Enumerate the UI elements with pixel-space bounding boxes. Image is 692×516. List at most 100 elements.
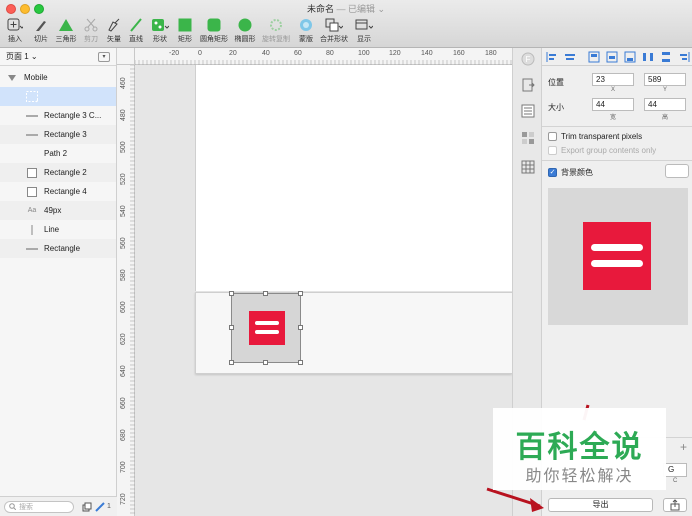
insert-tool[interactable]: 插入 (4, 16, 26, 46)
triangle-icon (59, 19, 73, 31)
align-right-icon[interactable] (678, 51, 690, 63)
page-selector[interactable]: 页面 1 ⌄ ▾ (0, 48, 116, 66)
line-tool[interactable]: 直线 (127, 16, 145, 46)
union-tool[interactable]: 合并形状 (319, 16, 349, 46)
grid-icon[interactable] (521, 131, 535, 145)
rotate-copy-tool[interactable]: 旋转复制 (261, 16, 291, 46)
rotate-copy-icon (270, 19, 282, 31)
add-page-button[interactable]: ▾ (98, 51, 110, 62)
x-caption: X (610, 87, 615, 93)
view-icon (355, 19, 373, 30)
layer-filter-icon[interactable] (82, 502, 92, 512)
canvas[interactable]: -20 0 20 40 60 80 100 120 140 160 180 46… (117, 48, 512, 516)
pen-icon (108, 18, 120, 32)
view-tool-label: 显示 (357, 36, 371, 43)
knife-icon (36, 21, 46, 31)
height-field[interactable]: 44 (644, 98, 686, 111)
layer-item[interactable]: Aa 49px (0, 201, 116, 220)
export-suffix-field[interactable]: G (663, 463, 687, 477)
vertical-ruler[interactable]: 460 480 500 520 540 560 580 600 620 640 … (117, 64, 135, 516)
selected-slice-frame[interactable] (231, 293, 301, 363)
width-field[interactable]: 44 (592, 98, 634, 111)
menu-icon (583, 222, 651, 290)
oval-tool-label: 椭圆形 (234, 36, 256, 43)
resize-handle[interactable] (229, 325, 234, 330)
artboard-content[interactable] (195, 65, 512, 291)
view-tool[interactable]: 显示 (354, 16, 374, 46)
path-layer-icon (26, 149, 38, 159)
disclosure-triangle-icon[interactable] (6, 73, 18, 83)
layer-item-slice[interactable] (0, 87, 116, 106)
distribute-vertical-icon[interactable] (660, 51, 672, 63)
resize-handle[interactable] (263, 291, 268, 296)
export-button[interactable]: 导出 (548, 498, 653, 512)
resize-handle[interactable] (229, 360, 234, 365)
layer-list-icon[interactable] (521, 104, 535, 118)
layer-item-label: Line (44, 225, 60, 234)
background-color-swatch[interactable] (665, 164, 689, 178)
rectangle-tool[interactable]: 矩形 (176, 16, 194, 46)
layers-panel: 页面 1 ⌄ ▾ Mobile Rectangle 3 C... Rectang… (0, 48, 117, 516)
brush-icon[interactable] (95, 501, 105, 512)
rounded-rectangle-tool[interactable]: 圆角矩形 (199, 16, 229, 46)
layer-search-input[interactable]: 搜索 (4, 500, 74, 513)
resize-handle[interactable] (229, 291, 234, 296)
layer-item[interactable]: Path 2 (0, 144, 116, 163)
background-color-label: 背景颜色 (561, 168, 593, 177)
layer-item[interactable]: Rectangle 3 (0, 125, 116, 144)
oval-tool[interactable]: 椭圆形 (233, 16, 257, 46)
export-group-option[interactable]: Export group contents only (548, 146, 656, 155)
resize-handle[interactable] (263, 360, 268, 365)
rectangle-tool-label: 矩形 (178, 36, 192, 43)
background-color-checkbox[interactable]: ✓ (548, 168, 557, 177)
vector-tool[interactable]: 矢量 (104, 16, 124, 46)
resize-handle[interactable] (298, 325, 303, 330)
page-label: 页面 1 ⌄ (6, 52, 38, 61)
ruler-label: 460 (120, 77, 127, 89)
position-label: 位置 (548, 78, 564, 87)
edit-symbol-icon[interactable]: F (521, 52, 535, 66)
ruler-label: 560 (120, 237, 127, 249)
rotate-copy-tool-label: 旋转复制 (262, 36, 290, 43)
align-middle-icon[interactable] (606, 51, 618, 63)
share-button[interactable] (663, 498, 687, 512)
export-group-checkbox[interactable] (548, 146, 557, 155)
svg-text:F: F (526, 55, 531, 64)
y-position-field[interactable]: 589 (644, 73, 686, 86)
trim-transparent-option[interactable]: Trim transparent pixels (548, 132, 642, 141)
horizontal-ruler[interactable]: -20 0 20 40 60 80 100 120 140 160 180 (134, 48, 512, 65)
layers-footer: 搜索 1 (0, 496, 117, 516)
oval-icon (238, 18, 252, 32)
mask-tool[interactable]: 蒙版 (296, 16, 316, 46)
resize-handle[interactable] (298, 291, 303, 296)
distribute-horizontal-icon[interactable] (642, 51, 654, 63)
titlebar: 未命名 — 已编辑 ⌄ 插入 切片 三角形 剪刀 矢量 直线 形状 矩形 圆角矩… (0, 0, 692, 48)
align-top-icon[interactable] (588, 51, 600, 63)
table-icon[interactable] (521, 160, 535, 174)
resize-handle[interactable] (298, 360, 303, 365)
ruler-label: 40 (262, 50, 270, 57)
slice-layer-icon (26, 90, 38, 102)
layer-item[interactable]: Rectangle 2 (0, 163, 116, 182)
layer-item[interactable]: Rectangle (0, 239, 116, 258)
ruler-label: 100 (358, 50, 370, 57)
layer-item[interactable]: Line (0, 220, 116, 239)
square-layer-icon (26, 186, 38, 197)
trim-transparent-checkbox[interactable] (548, 132, 557, 141)
align-left-icon[interactable] (546, 51, 558, 63)
layer-item[interactable]: Rectangle 3 C... (0, 106, 116, 125)
export-icon[interactable] (521, 78, 535, 92)
add-export-icon[interactable]: + (680, 440, 687, 454)
layer-item[interactable]: Rectangle 4 (0, 182, 116, 201)
scissors-tool[interactable]: 剪刀 (81, 16, 101, 46)
background-color-option[interactable]: ✓ 背景颜色 (548, 167, 593, 178)
align-center-icon[interactable] (564, 51, 576, 63)
slice-tool[interactable]: 切片 (30, 16, 52, 46)
shape-tool[interactable]: 形状 (150, 16, 170, 46)
layer-item-label: Rectangle 3 (44, 130, 87, 139)
x-position-field[interactable]: 23 (592, 73, 634, 86)
align-bottom-icon[interactable] (624, 51, 636, 63)
triangle-tool[interactable]: 三角形 (54, 16, 78, 46)
rounded-rectangle-tool-label: 圆角矩形 (200, 36, 228, 43)
layer-group-mobile[interactable]: Mobile (0, 68, 116, 87)
